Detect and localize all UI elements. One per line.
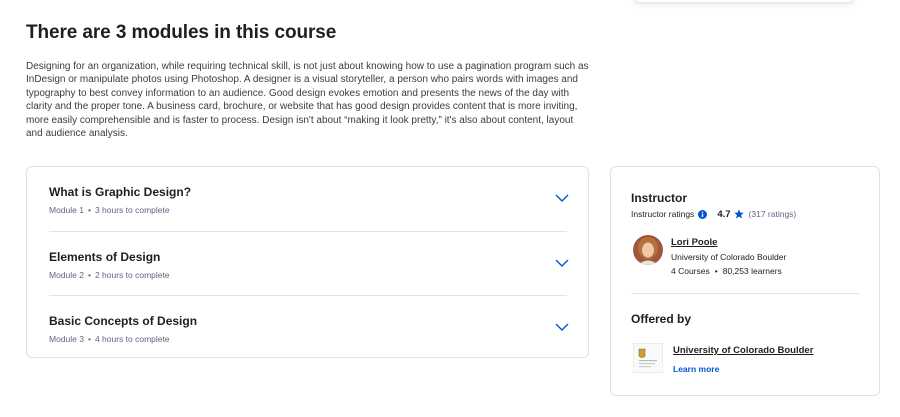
module-duration: 2 hours to complete xyxy=(94,270,170,280)
separator-dot: • xyxy=(87,270,91,280)
instructor-ratings-label: Instructor ratings xyxy=(631,209,695,219)
separator-dot: • xyxy=(87,205,91,215)
module-meta: Module 3 • 4 hours to complete xyxy=(49,334,170,344)
modules-accordion: What is Graphic Design? Module 1 • 3 hours… xyxy=(26,166,589,358)
star-icon xyxy=(733,209,744,219)
module-item[interactable]: Basic Concepts of Design Module 3 • 4 hour… xyxy=(49,295,569,359)
chevron-down-icon[interactable] xyxy=(555,193,569,203)
rating-value: 4.7 xyxy=(717,208,731,220)
separator-dot: • xyxy=(87,334,91,344)
module-meta: Module 2 • 2 hours to complete xyxy=(49,270,170,280)
partner-logo[interactable] xyxy=(633,343,663,373)
chevron-down-icon[interactable] xyxy=(555,322,569,332)
module-duration: 3 hours to complete xyxy=(94,205,170,215)
instructor-learners: 80,253 learners xyxy=(722,266,782,276)
instructor-courses: 4 Courses xyxy=(671,266,710,276)
offered-by-heading: Offered by xyxy=(631,312,692,326)
info-icon[interactable] xyxy=(698,209,708,219)
module-number: Module 1 xyxy=(49,205,84,215)
module-duration: 4 hours to complete xyxy=(94,334,170,344)
separator-dot: • xyxy=(714,266,718,276)
chevron-down-icon[interactable] xyxy=(555,258,569,268)
instructor-name-link[interactable]: Lori Poole xyxy=(671,237,717,248)
divider xyxy=(631,293,859,294)
instructor-avatar[interactable] xyxy=(633,235,663,265)
module-title[interactable]: Basic Concepts of Design xyxy=(49,314,197,328)
module-number: Module 2 xyxy=(49,270,84,280)
course-description: Designing for an organization, while req… xyxy=(26,61,589,140)
modules-heading: There are 3 modules in this course xyxy=(26,22,337,43)
module-item[interactable]: Elements of Design Module 2 • 2 hours to c… xyxy=(49,231,569,295)
partner-name-link[interactable]: University of Colorado Boulder xyxy=(673,345,813,356)
module-title[interactable]: Elements of Design xyxy=(49,250,160,264)
module-meta: Module 1 • 3 hours to complete xyxy=(49,205,170,215)
module-title[interactable]: What is Graphic Design? xyxy=(49,185,191,199)
instructor-heading: Instructor xyxy=(631,191,688,205)
learn-more-link[interactable]: Learn more xyxy=(673,364,719,374)
instructor-ratings-row: Instructor ratings 4.7 (317 ratings) xyxy=(631,208,796,220)
rating-count: (317 ratings) xyxy=(748,209,797,219)
instructor-card: Instructor Instructor ratings 4.7 (317 r… xyxy=(610,166,880,396)
instructor-organization: University of Colorado Boulder xyxy=(671,252,787,262)
module-number: Module 3 xyxy=(49,334,84,344)
module-item[interactable]: What is Graphic Design? Module 1 • 3 hours… xyxy=(49,167,569,231)
top-card-edge xyxy=(633,0,855,2)
instructor-stats: 4 Courses • 80,253 learners xyxy=(671,266,782,276)
